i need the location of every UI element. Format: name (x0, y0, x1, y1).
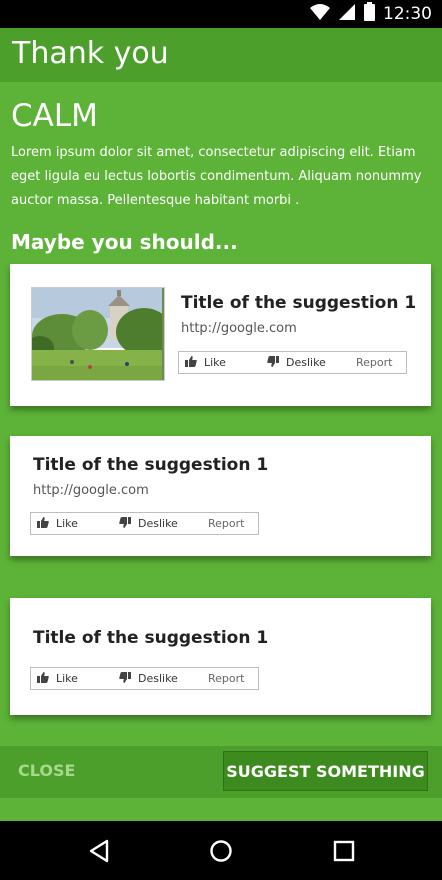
suggest-something-button[interactable]: SUGGEST SOMETHING (223, 751, 428, 791)
suggestion-actions: Like Deslike Report (30, 512, 259, 535)
suggestion-actions: Like Deslike Report (30, 667, 259, 690)
suggestion-title[interactable]: Title of the suggestion 1 (181, 293, 416, 313)
thumbs-up-icon (37, 516, 56, 531)
thumbs-down-icon (267, 355, 286, 370)
app-bar: Thank you (0, 28, 442, 82)
navigation-bar (0, 821, 442, 880)
back-icon[interactable] (85, 837, 113, 865)
recents-icon[interactable] (330, 837, 358, 865)
dislike-label: Deslike (138, 517, 178, 530)
app-title: Thank you (12, 36, 169, 71)
wifi-icon (310, 3, 330, 26)
suggestion-card[interactable]: Title of the suggestion 1 Like Deslike R… (10, 598, 431, 715)
suggestion-url[interactable]: http://google.com (33, 483, 149, 498)
status-icons: 12:30 (310, 2, 432, 26)
like-button[interactable]: Like (185, 355, 226, 370)
suggestions-heading: Maybe you should... (11, 230, 238, 254)
dislike-button[interactable]: Deslike (119, 516, 178, 531)
suggestion-title[interactable]: Title of the suggestion 1 (33, 628, 268, 648)
signal-icon (338, 3, 356, 26)
like-label: Like (204, 356, 226, 369)
suggestion-thumbnail (31, 287, 165, 381)
like-label: Like (56, 517, 78, 530)
dislike-button[interactable]: Deslike (119, 671, 178, 686)
suggestion-card[interactable]: Title of the suggestion 1 http://google.… (10, 264, 431, 406)
suggestion-card[interactable]: Title of the suggestion 1 http://google.… (10, 436, 431, 556)
report-button[interactable]: Report (208, 672, 244, 685)
like-button[interactable]: Like (37, 516, 78, 531)
thumbs-up-icon (37, 671, 56, 686)
thumbs-down-icon (119, 671, 138, 686)
bottom-action-bar: CLOSE SUGGEST SOMETHING (0, 746, 442, 798)
suggestion-url[interactable]: http://google.com (181, 321, 297, 336)
mood-heading: CALM (11, 98, 98, 134)
like-button[interactable]: Like (37, 671, 78, 686)
thumbs-up-icon (185, 355, 204, 370)
bottom-spacer (0, 798, 442, 821)
dislike-label: Deslike (138, 672, 178, 685)
mood-description: Lorem ipsum dolor sit amet, consectetur … (11, 145, 422, 208)
suggestion-title[interactable]: Title of the suggestion 1 (33, 455, 268, 475)
like-label: Like (56, 672, 78, 685)
dislike-label: Deslike (286, 356, 326, 369)
report-button[interactable]: Report (208, 517, 244, 530)
status-time: 12:30 (383, 4, 432, 24)
dislike-button[interactable]: Deslike (267, 355, 326, 370)
home-icon[interactable] (207, 837, 235, 865)
status-bar: 12:30 (0, 0, 442, 28)
thumbs-down-icon (119, 516, 138, 531)
main-content: CALM Lorem ipsum dolor sit amet, consect… (0, 82, 442, 746)
suggestion-actions: Like Deslike Report (178, 351, 407, 374)
battery-icon (364, 2, 375, 26)
report-button[interactable]: Report (356, 356, 392, 369)
close-button[interactable]: CLOSE (18, 761, 75, 780)
